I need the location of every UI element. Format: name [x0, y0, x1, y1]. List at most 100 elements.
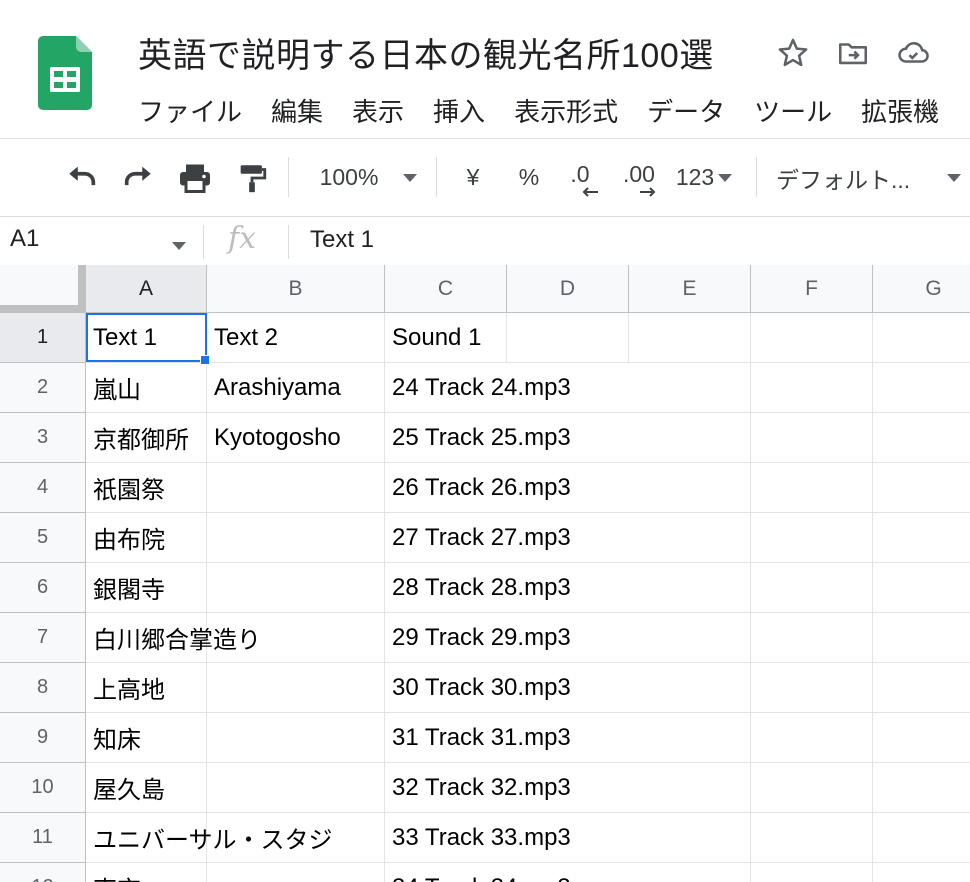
arrow-right-icon	[640, 187, 656, 197]
zoom-dropdown-icon[interactable]	[396, 139, 424, 216]
menu-insert[interactable]: 挿入	[433, 92, 485, 129]
row-header-10[interactable]: 10	[0, 763, 86, 813]
row-header-2[interactable]: 2	[0, 363, 86, 413]
row-header-7[interactable]: 7	[0, 613, 86, 663]
row-header-9[interactable]: 9	[0, 713, 86, 763]
percent-label: %	[518, 164, 540, 190]
font-name: デフォルト...	[776, 166, 911, 193]
menu-data[interactable]: データ	[647, 92, 725, 129]
cloud-status-icon[interactable]	[896, 36, 930, 70]
move-to-folder-icon[interactable]	[836, 36, 870, 70]
sheets-logo-icon[interactable]	[38, 36, 92, 110]
cell-c11[interactable]: 33 Track 33.mp3	[385, 813, 629, 862]
increase-decimal-label: .00	[623, 161, 655, 187]
menu-extensions[interactable]: 拡張機	[861, 92, 939, 129]
more-formats-dropdown-icon	[718, 173, 733, 182]
row-header-12[interactable]: 12	[0, 863, 86, 882]
column-header-d[interactable]: D	[507, 265, 629, 313]
cell-a4[interactable]: 祇園祭	[86, 463, 385, 512]
menu-view[interactable]: 表示	[352, 92, 404, 129]
menu-format[interactable]: 表示形式	[514, 92, 618, 129]
cell-c2[interactable]: 24 Track 24.mp3	[385, 363, 629, 412]
document-title[interactable]: 英語で説明する日本の観光名所100選	[138, 28, 714, 77]
cell-a3[interactable]: 京都御所	[86, 413, 207, 462]
row-header-11[interactable]: 11	[0, 813, 86, 863]
cell-c9[interactable]: 31 Track 31.mp3	[385, 713, 629, 762]
row-header-1[interactable]: 1	[0, 313, 86, 363]
grid-line	[872, 313, 873, 882]
fill-handle[interactable]	[200, 355, 210, 365]
formula-input[interactable]: Text 1	[310, 226, 374, 254]
toolbar-divider	[288, 157, 289, 197]
cell-c12[interactable]: 34 Track 34.mp3	[385, 863, 629, 882]
cell-a9[interactable]: 知床	[86, 713, 385, 762]
column-header-b[interactable]: B	[207, 265, 385, 313]
cell-a10[interactable]: 屋久島	[86, 763, 385, 812]
row-header-8[interactable]: 8	[0, 663, 86, 713]
row-header-5[interactable]: 5	[0, 513, 86, 563]
name-box-dropdown-icon[interactable]	[172, 237, 186, 255]
formula-bar: A1 fx Text 1	[0, 217, 970, 266]
column-header-a[interactable]: A	[86, 265, 207, 313]
menu-tools[interactable]: ツール	[754, 92, 832, 129]
column-header-e[interactable]: E	[629, 265, 751, 313]
column-header-f[interactable]: F	[751, 265, 873, 313]
star-icon[interactable]	[776, 36, 810, 70]
name-box[interactable]: A1	[10, 225, 39, 253]
paint-format-icon[interactable]	[232, 139, 272, 216]
increase-decimal-button[interactable]: .00	[616, 139, 662, 216]
arrow-left-icon	[582, 187, 598, 197]
toolbar-divider	[756, 157, 757, 197]
column-header-c[interactable]: C	[385, 265, 507, 313]
row-header-3[interactable]: 3	[0, 413, 86, 463]
cell-c4[interactable]: 26 Track 26.mp3	[385, 463, 629, 512]
cell-c7[interactable]: 29 Track 29.mp3	[385, 613, 629, 662]
title-bar: 英語で説明する日本の観光名所100選 ファイル 編集 表示 挿入 表示形式 データ ツール拡…	[0, 0, 970, 139]
formula-divider	[288, 225, 289, 259]
cell-a5[interactable]: 由布院	[86, 513, 385, 562]
zoom-value: 100%	[319, 164, 379, 190]
decrease-decimal-label: .0	[570, 161, 590, 187]
zoom-select[interactable]: 100%	[304, 139, 394, 216]
menu-bar: ファイル 編集 表示 挿入 表示形式 データ ツール 拡張機	[138, 92, 968, 132]
cell-a6[interactable]: 銀閣寺	[86, 563, 385, 612]
cell-b2[interactable]: Arashiyama	[207, 363, 385, 412]
cell-a2[interactable]: 嵐山	[86, 363, 207, 412]
formula-divider	[203, 225, 204, 259]
cell-c10[interactable]: 32 Track 32.mp3	[385, 763, 629, 812]
more-formats-label: 123	[675, 164, 715, 190]
cell-a11[interactable]: ユニバーサル・スタジ	[86, 813, 385, 862]
cell-c3[interactable]: 25 Track 25.mp3	[385, 413, 629, 462]
more-formats-button[interactable]: 123	[670, 139, 738, 216]
cell-a1[interactable]: Text 1	[86, 313, 207, 362]
freeze-row-handle[interactable]	[0, 305, 86, 313]
toolbar-divider	[436, 157, 437, 197]
menu-file[interactable]: ファイル	[138, 92, 242, 129]
redo-icon[interactable]	[118, 139, 158, 216]
currency-format-button[interactable]: ¥	[456, 139, 490, 216]
cell-c8[interactable]: 30 Track 30.mp3	[385, 663, 629, 712]
row-header-6[interactable]: 6	[0, 563, 86, 613]
cell-a7[interactable]: 白川郷合掌造り	[86, 613, 385, 662]
currency-label: ¥	[466, 164, 480, 190]
fx-icon: fx	[228, 221, 257, 256]
toolbar: 100% ¥ % .0 .00 123 デフォルト...	[0, 139, 970, 217]
cell-b1[interactable]: Text 2	[207, 313, 385, 362]
decrease-decimal-button[interactable]: .0	[558, 139, 602, 216]
cell-a12[interactable]: 東京	[86, 863, 385, 882]
font-dropdown-icon[interactable]	[940, 139, 968, 216]
percent-format-button[interactable]: %	[512, 139, 546, 216]
cell-c6[interactable]: 28 Track 28.mp3	[385, 563, 629, 612]
column-header-g[interactable]: G	[873, 265, 970, 313]
grid-line	[750, 313, 751, 882]
cell-c5[interactable]: 27 Track 27.mp3	[385, 513, 629, 562]
spreadsheet-grid[interactable]: A B C D E F G 1 Text 1 Text 2 Sound 1 2 嵐山 Arashiyama…	[0, 265, 970, 882]
cell-a8[interactable]: 上高地	[86, 663, 385, 712]
font-select[interactable]: デフォルト...	[776, 139, 926, 216]
undo-icon[interactable]	[62, 139, 102, 216]
row-header-4[interactable]: 4	[0, 463, 86, 513]
print-icon[interactable]	[174, 139, 216, 216]
menu-edit[interactable]: 編集	[271, 92, 323, 129]
cell-c1[interactable]: Sound 1	[385, 313, 507, 362]
cell-b3[interactable]: Kyotogosho	[207, 413, 385, 462]
